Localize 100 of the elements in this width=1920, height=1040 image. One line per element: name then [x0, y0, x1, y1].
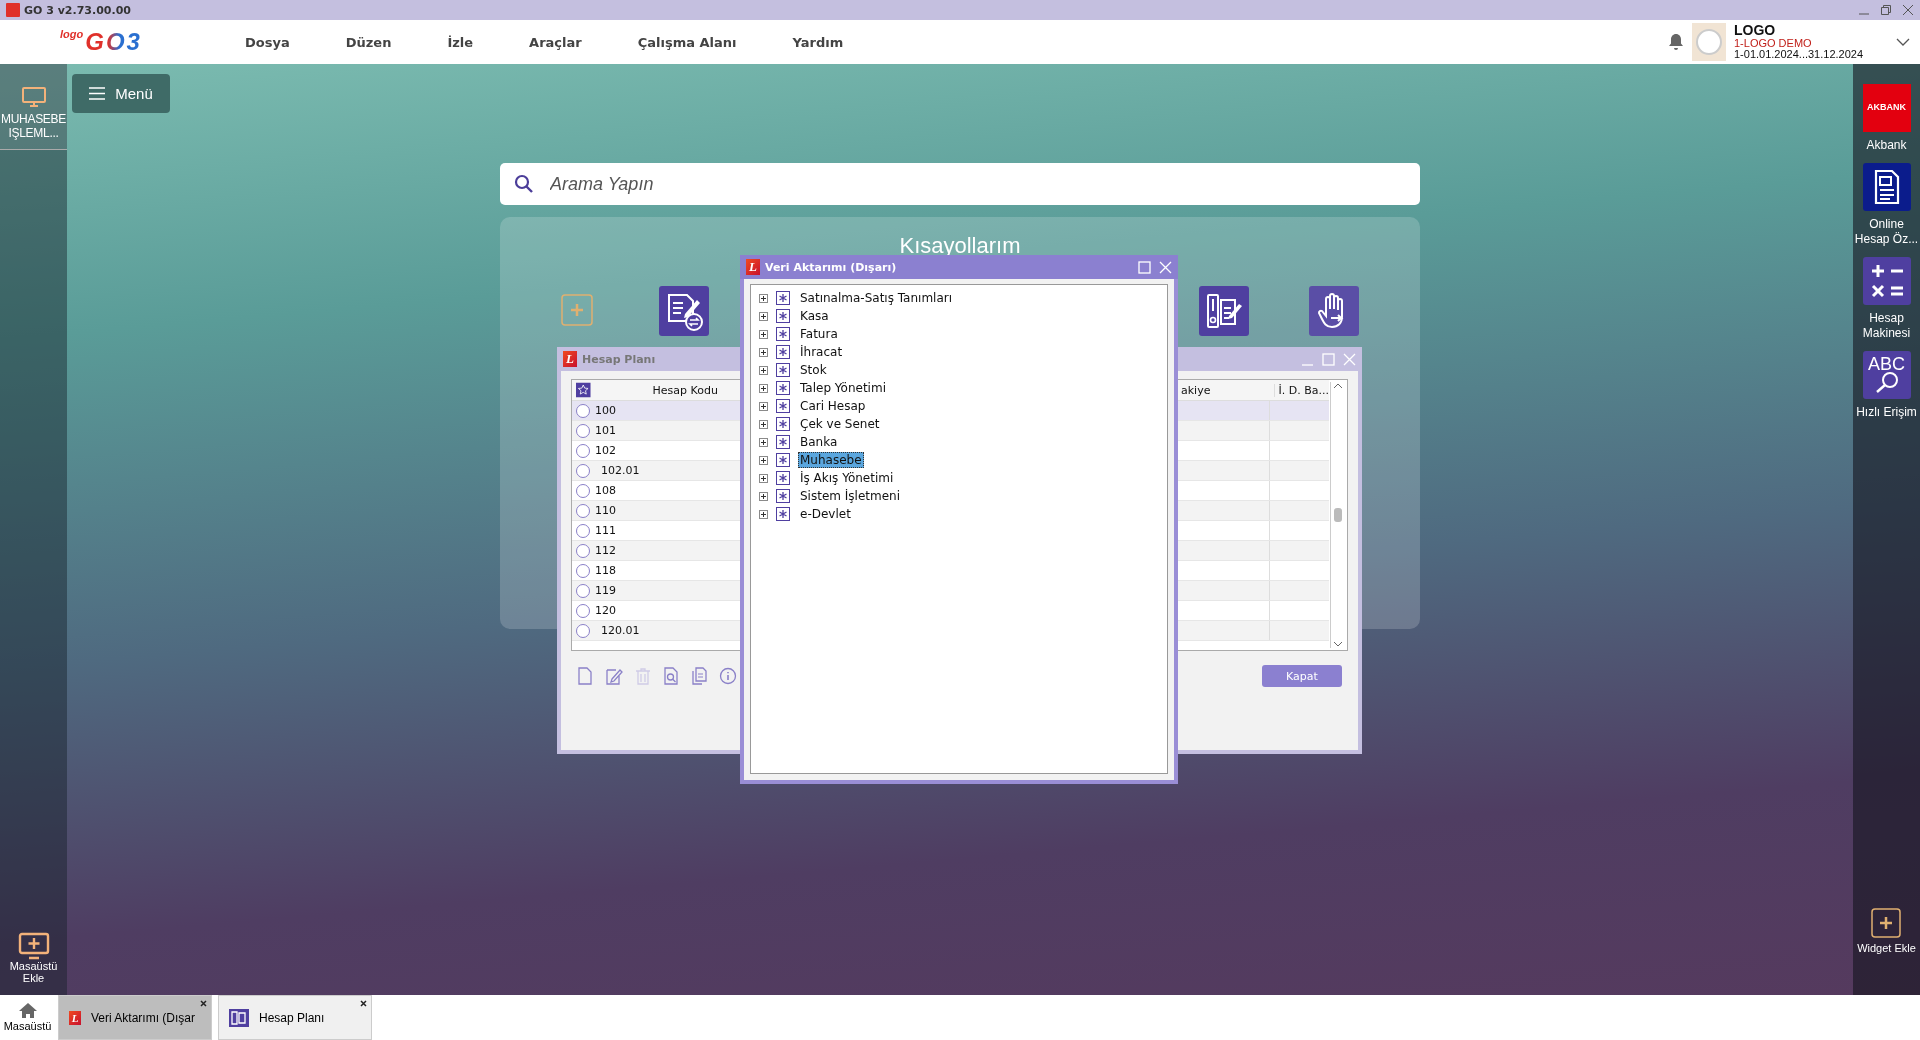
document-exchange-icon[interactable] — [659, 286, 709, 336]
module-icon — [776, 327, 790, 341]
chevron-down-icon[interactable] — [1896, 37, 1910, 47]
edit-icon[interactable] — [605, 667, 623, 685]
taskbar-tab[interactable]: Hesap Planı — [218, 995, 372, 1040]
menu-item[interactable]: Düzen — [345, 34, 392, 50]
table-cell: 110 — [595, 504, 616, 517]
tree-item[interactable]: Stok — [798, 362, 829, 378]
desktop-item[interactable]: MUHASEBE IŞLEML... — [0, 64, 67, 150]
expand-icon[interactable] — [759, 419, 768, 429]
table-cell: 100 — [595, 404, 616, 417]
scroll-thumb[interactable] — [1334, 508, 1342, 522]
desktop-button[interactable]: Masaüstü — [0, 995, 55, 1040]
window-title: Hesap Planı — [582, 352, 656, 366]
expand-icon[interactable] — [759, 311, 768, 321]
row-checkbox[interactable] — [576, 543, 590, 558]
table-cell: 102 — [595, 444, 616, 457]
app-icon: L — [69, 1010, 81, 1025]
tree-item[interactable]: Çek ve Senet — [798, 416, 882, 432]
expand-icon[interactable] — [759, 329, 768, 339]
widget-item[interactable]: Hesap Makinesi — [1853, 257, 1920, 341]
menu-item[interactable]: Çalışma Alanı — [637, 34, 737, 50]
row-checkbox[interactable] — [576, 463, 590, 478]
row-checkbox[interactable] — [576, 483, 590, 498]
scrollbar[interactable] — [1330, 382, 1345, 648]
maximize-icon[interactable] — [1138, 260, 1151, 274]
expand-icon[interactable] — [759, 293, 768, 303]
module-icon — [776, 417, 790, 431]
menu-item[interactable]: Dosya — [245, 34, 290, 50]
module-icon — [776, 435, 790, 449]
row-checkbox[interactable] — [576, 603, 590, 618]
expand-icon[interactable] — [759, 437, 768, 447]
app-icon: L — [746, 259, 760, 275]
row-checkbox[interactable] — [576, 403, 590, 418]
star-icon[interactable] — [576, 382, 591, 398]
tree-item[interactable]: Banka — [798, 434, 840, 450]
table-cell: 108 — [595, 484, 616, 497]
row-checkbox[interactable] — [576, 523, 590, 538]
table-cell: 118 — [595, 564, 616, 577]
expand-icon[interactable] — [759, 347, 768, 357]
module-icon — [776, 453, 790, 467]
row-checkbox[interactable] — [576, 623, 590, 638]
tree-item[interactable]: İş Akış Yönetimi — [798, 470, 896, 486]
bell-icon[interactable] — [1668, 33, 1684, 51]
column-header[interactable]: İ. D. Ba... — [1273, 383, 1329, 397]
row-checkbox[interactable] — [576, 443, 590, 458]
module-icon — [776, 399, 790, 413]
expand-icon[interactable] — [759, 491, 768, 501]
period-text: 1-01.01.2024...31.12.2024 — [1734, 49, 1865, 61]
add-widget-button[interactable]: Widget Ekle — [1857, 908, 1916, 955]
tree-item[interactable]: İhracat — [798, 344, 845, 360]
new-document-icon[interactable] — [577, 667, 593, 685]
monitor-icon — [20, 86, 47, 108]
taskbar-tab[interactable]: L Veri Aktarımı (Dışar — [58, 995, 212, 1040]
menu-item[interactable]: Araçlar — [529, 34, 582, 50]
tree-item[interactable]: Muhasebe — [798, 452, 864, 468]
row-checkbox[interactable] — [576, 503, 590, 518]
add-monitor-icon — [17, 931, 50, 960]
user-name: LOGO — [1734, 23, 1777, 38]
tree-item[interactable]: e-Devlet — [798, 506, 853, 522]
close-icon[interactable] — [200, 1000, 207, 1007]
menu-item[interactable]: İzle — [447, 34, 474, 50]
scroll-down-icon[interactable] — [1333, 640, 1343, 648]
row-checkbox[interactable] — [576, 583, 590, 598]
binder-icon — [229, 1008, 249, 1027]
expand-icon[interactable] — [759, 455, 768, 465]
copy-icon[interactable] — [691, 667, 707, 685]
row-checkbox[interactable] — [576, 563, 590, 578]
module-icon — [776, 381, 790, 395]
info-icon[interactable] — [719, 667, 737, 685]
tree-item[interactable]: Satınalma-Satış Tanımları — [798, 290, 955, 306]
add-desktop-button[interactable]: Masaüstü Ekle — [4, 931, 63, 985]
tree-item[interactable]: Sistem İşletmeni — [798, 488, 903, 504]
expand-icon[interactable] — [759, 401, 768, 411]
tree-item[interactable]: Fatura — [798, 326, 840, 342]
app-icon — [6, 3, 20, 17]
module-icon — [776, 489, 790, 503]
expand-icon[interactable] — [759, 383, 768, 393]
menu-button[interactable]: Menü — [72, 74, 170, 113]
expand-icon[interactable] — [759, 473, 768, 483]
avatar[interactable] — [1692, 23, 1726, 61]
preview-icon[interactable] — [663, 667, 679, 685]
company-name: 1-LOGO DEMO — [1734, 37, 1813, 50]
shortcuts-title: Kısayollarım — [898, 233, 1022, 259]
tree-item[interactable]: Kasa — [798, 308, 831, 324]
module-icon — [776, 309, 790, 323]
table-cell-text: 120.01 — [600, 624, 640, 637]
binder-edit-icon[interactable] — [1199, 286, 1249, 336]
restore-icon[interactable] — [1880, 4, 1892, 16]
tree-item[interactable]: Talep Yönetimi — [798, 380, 888, 396]
scroll-up-icon[interactable] — [1333, 382, 1343, 390]
widget-item[interactable]: Online Hesap Öz... — [1853, 163, 1920, 247]
row-checkbox[interactable] — [576, 423, 590, 438]
tree-item[interactable]: Cari Hesap — [798, 398, 868, 414]
menu-item[interactable]: Yardım — [792, 34, 844, 50]
table-cell: 112 — [595, 544, 616, 557]
expand-icon[interactable] — [759, 509, 768, 519]
close-icon[interactable] — [360, 1000, 367, 1007]
expand-icon[interactable] — [759, 365, 768, 375]
module-icon — [776, 507, 790, 521]
